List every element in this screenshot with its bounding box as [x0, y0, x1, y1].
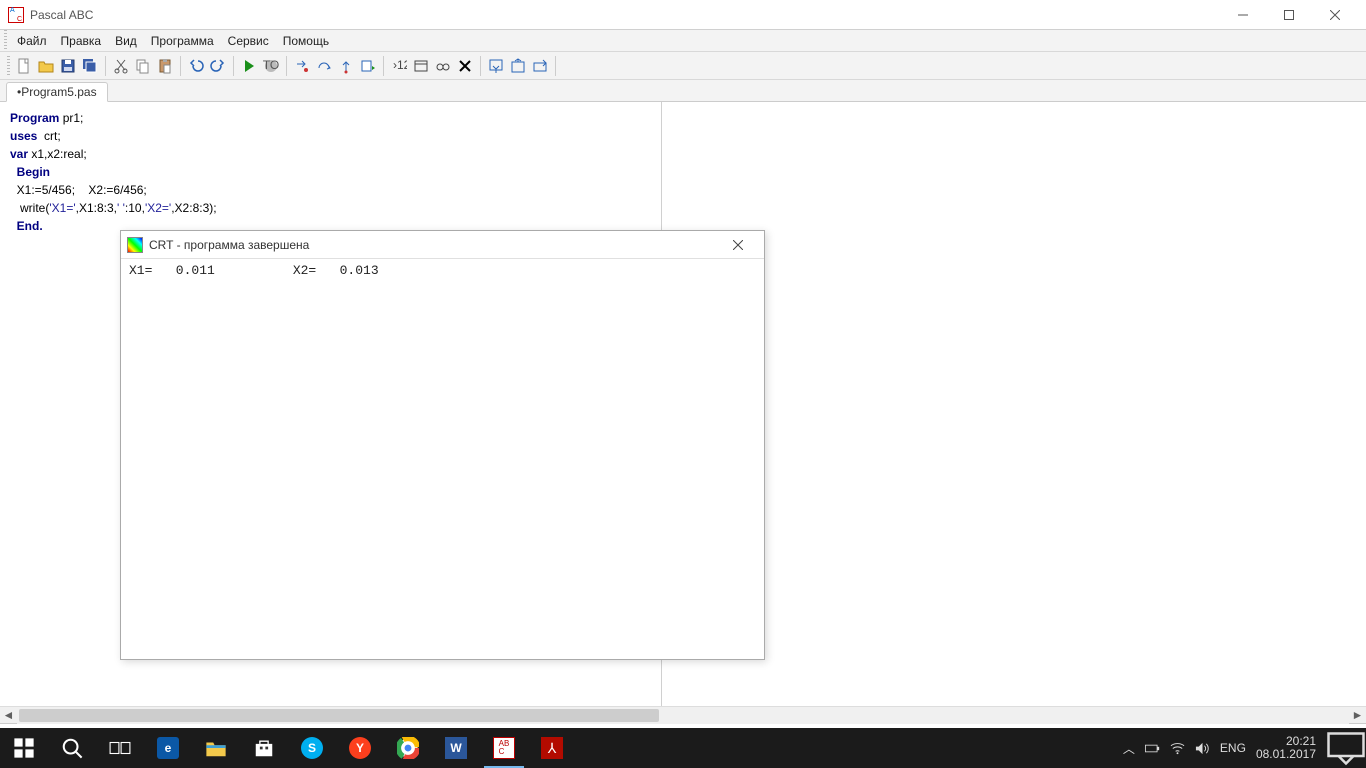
menu-file[interactable]: Файл [10, 30, 54, 51]
clear-button[interactable] [454, 55, 476, 77]
redo-button[interactable] [207, 55, 229, 77]
volume-icon[interactable] [1195, 741, 1210, 756]
run-to-cursor-button[interactable] [357, 55, 379, 77]
tray-date: 08.01.2017 [1256, 748, 1316, 761]
battery-icon[interactable] [1145, 741, 1160, 756]
scroll-left-arrow[interactable]: ◄ [0, 707, 17, 724]
kw-uses: uses [10, 129, 37, 143]
menubar: Файл Правка Вид Программа Сервис Помощь [0, 30, 1366, 52]
task-view-button[interactable] [96, 728, 144, 768]
new-file-button[interactable] [13, 55, 35, 77]
word-icon[interactable]: W [432, 728, 480, 768]
close-button[interactable] [1312, 0, 1358, 30]
step-over-button[interactable] [313, 55, 335, 77]
menu-edit[interactable]: Правка [54, 30, 109, 51]
input-window-button[interactable] [507, 55, 529, 77]
chrome-icon[interactable] [384, 728, 432, 768]
run-button[interactable] [238, 55, 260, 77]
tray-clock[interactable]: 20:21 08.01.2017 [1256, 735, 1316, 761]
menu-program[interactable]: Программа [144, 30, 221, 51]
crt-title-text: CRT - программа завершена [149, 238, 718, 252]
glasses-icon[interactable] [432, 55, 454, 77]
acrobat-icon[interactable]: ⅄ [528, 728, 576, 768]
exec-button[interactable] [529, 55, 551, 77]
file-explorer-icon[interactable] [192, 728, 240, 768]
toolbar: STOP ›123 [0, 52, 1366, 80]
menu-view[interactable]: Вид [108, 30, 144, 51]
step-out-button[interactable] [335, 55, 357, 77]
svg-text:STOP: STOP [263, 58, 279, 72]
svg-text:›123: ›123 [393, 58, 407, 72]
undo-button[interactable] [185, 55, 207, 77]
open-file-button[interactable] [35, 55, 57, 77]
crt-output: X1= 0.011 X2= 0.013 [121, 259, 764, 282]
kw-program: Program [10, 111, 59, 125]
skype-icon[interactable]: S [288, 728, 336, 768]
wifi-icon[interactable] [1170, 741, 1185, 756]
menu-grip[interactable] [4, 30, 7, 51]
scroll-thumb[interactable] [19, 709, 659, 722]
save-all-button[interactable] [79, 55, 101, 77]
window-button[interactable] [410, 55, 432, 77]
action-center-button[interactable] [1326, 728, 1366, 768]
yandex-icon[interactable]: Y [336, 728, 384, 768]
crt-window[interactable]: CRT - программа завершена X1= 0.011 X2= … [120, 230, 765, 660]
menu-help[interactable]: Помощь [276, 30, 336, 51]
tray-chevron-up-icon[interactable]: ︿ [1123, 740, 1135, 757]
toolbar-grip[interactable] [7, 56, 10, 76]
editor-h-scrollbar[interactable]: ◄ ► [0, 706, 1366, 723]
kw-end: End. [10, 219, 43, 233]
kw-var: var [10, 147, 28, 161]
edge-icon[interactable]: e [144, 728, 192, 768]
app-icon [8, 7, 24, 23]
tabstrip: •Program5.pas [0, 80, 1366, 102]
step-into-button[interactable] [291, 55, 313, 77]
window-title: Pascal ABC [30, 8, 93, 22]
copy-button[interactable] [132, 55, 154, 77]
search-button[interactable] [48, 728, 96, 768]
output-window-button[interactable] [485, 55, 507, 77]
maximize-button[interactable] [1266, 0, 1312, 30]
store-icon[interactable] [240, 728, 288, 768]
taskbar: e S Y W ABC ⅄ ︿ ENG 20:21 08.01.2017 [0, 728, 1366, 768]
crt-close-button[interactable] [718, 231, 758, 259]
titlebar: Pascal ABC [0, 0, 1366, 30]
tray-language[interactable]: ENG [1220, 741, 1246, 755]
paste-button[interactable] [154, 55, 176, 77]
watch-button[interactable]: ›123 [388, 55, 410, 77]
cut-button[interactable] [110, 55, 132, 77]
minimize-button[interactable] [1220, 0, 1266, 30]
start-button[interactable] [0, 728, 48, 768]
system-tray[interactable]: ︿ ENG 20:21 08.01.2017 [1113, 728, 1326, 768]
menu-service[interactable]: Сервис [221, 30, 276, 51]
workspace: Program pr1; uses crt; var x1,x2:real; B… [0, 102, 1366, 706]
right-pane [662, 102, 1366, 706]
crt-titlebar[interactable]: CRT - программа завершена [121, 231, 764, 259]
crt-icon [127, 237, 143, 253]
pascal-abc-taskbar-icon[interactable]: ABC [480, 728, 528, 768]
file-tab[interactable]: •Program5.pas [6, 82, 108, 102]
kw-begin: Begin [10, 165, 50, 179]
scroll-right-arrow[interactable]: ► [1349, 707, 1366, 724]
stop-button[interactable]: STOP [260, 55, 282, 77]
save-button[interactable] [57, 55, 79, 77]
